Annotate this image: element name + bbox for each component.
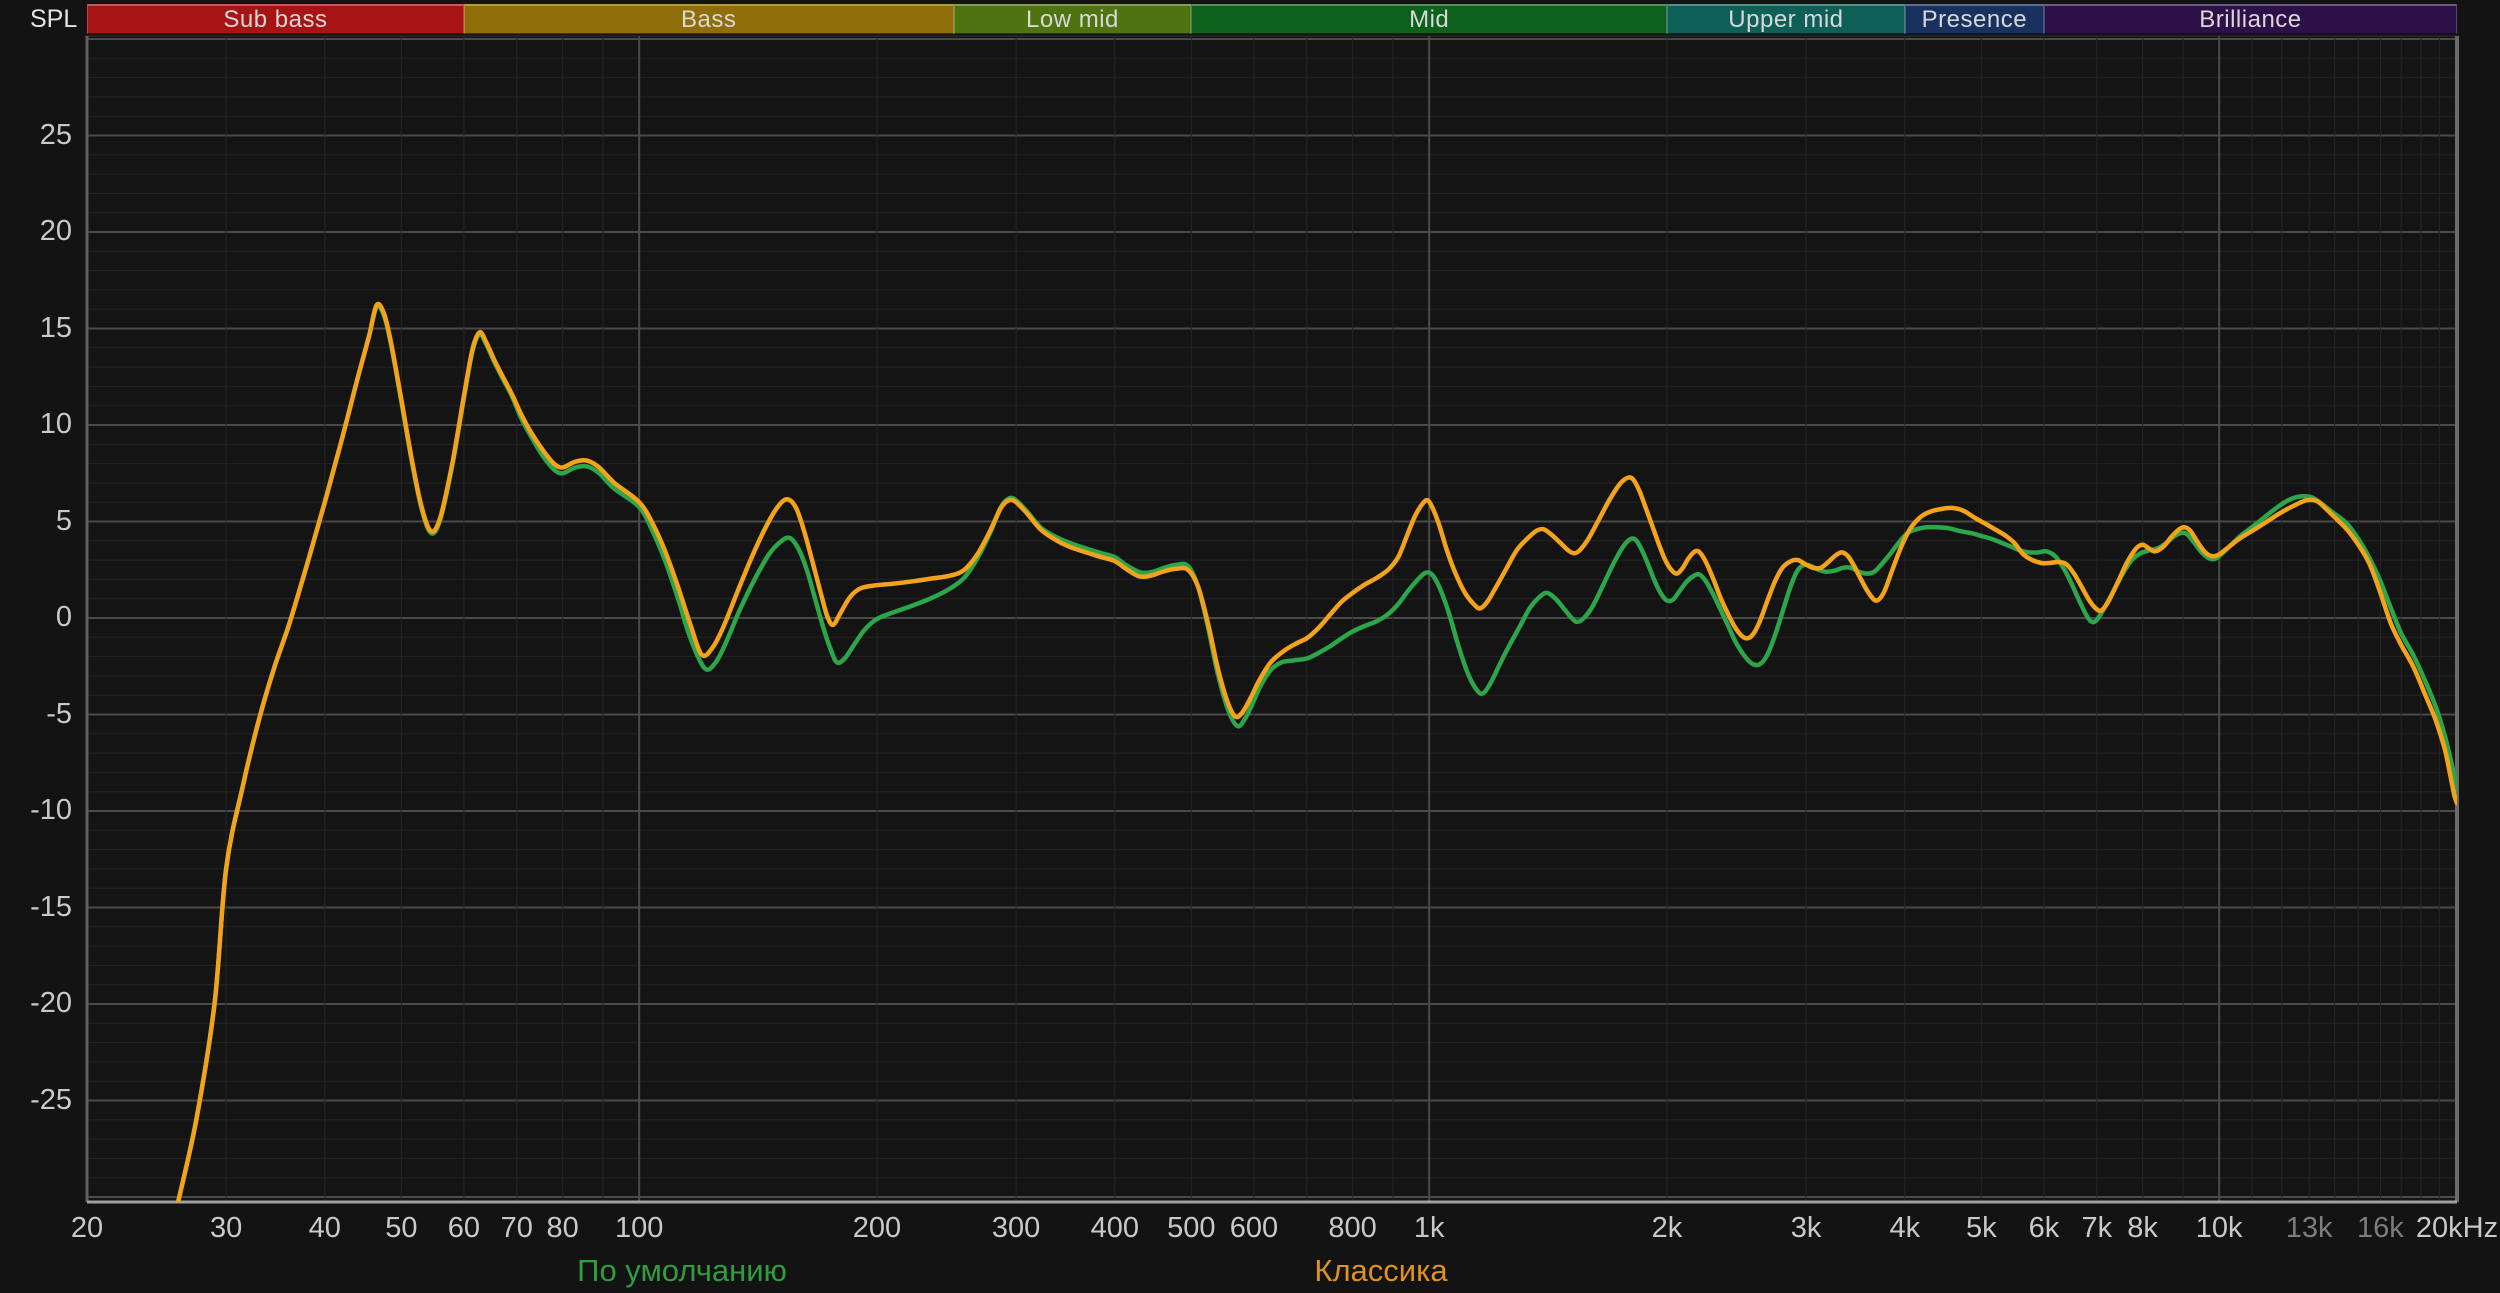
y-tick-label: -10 bbox=[30, 793, 72, 826]
x-tick-label-300: 300 bbox=[991, 1212, 1041, 1244]
equalizer-frequency-response-panel: SPL Sub bass Bass Low mid Mid Upper mid Prese… bbox=[0, 0, 2500, 1293]
x-tick-label-200: 200 bbox=[852, 1212, 902, 1244]
x-tick-label-600: 600 bbox=[1229, 1212, 1279, 1244]
x-tick-label-60: 60 bbox=[447, 1212, 481, 1244]
x-tick-label-50: 50 bbox=[385, 1212, 418, 1244]
x-tick-label-40: 40 bbox=[308, 1212, 341, 1244]
y-tick-label: 20 bbox=[39, 214, 72, 247]
x-tick-label-800: 800 bbox=[1328, 1212, 1377, 1244]
y-tick-label: -25 bbox=[30, 1083, 72, 1116]
y-tick-label: 5 bbox=[55, 504, 72, 537]
frequency-response-chart bbox=[85, 35, 2459, 1204]
x-tick-label-10k: 10k bbox=[2195, 1212, 2243, 1244]
x-tick-label-8k: 8k bbox=[2127, 1212, 2158, 1244]
x-tick-label-400: 400 bbox=[1090, 1212, 1140, 1244]
x-tick-label-70: 70 bbox=[500, 1212, 533, 1244]
x-tick-label-100: 100 bbox=[614, 1212, 664, 1244]
y-tick-label: 15 bbox=[39, 311, 72, 344]
y-tick-label: 25 bbox=[39, 118, 72, 151]
y-tick-label: -20 bbox=[30, 986, 72, 1019]
x-tick-label-4k: 4k bbox=[1889, 1212, 1921, 1244]
x-tick-label-30: 30 bbox=[209, 1212, 243, 1244]
x-tick-label-20: 20 bbox=[70, 1212, 104, 1244]
x-tick-label-80: 80 bbox=[546, 1212, 579, 1244]
y-tick-label: 0 bbox=[55, 600, 72, 633]
y-tick-label: 10 bbox=[39, 407, 72, 440]
x-tick-label-1k: 1k bbox=[1413, 1212, 1445, 1244]
legend-item-по-умолчанию[interactable]: По умолчанию bbox=[577, 1253, 787, 1289]
x-tick-label-3k: 3k bbox=[1790, 1212, 1822, 1244]
x-tick-label-16k: 16k bbox=[2357, 1212, 2404, 1244]
x-tick-label-5k: 5k bbox=[1966, 1212, 1997, 1244]
y-tick-label: -5 bbox=[46, 697, 72, 730]
x-tick-label-13k: 13k bbox=[2285, 1212, 2333, 1244]
y-tick-label: -15 bbox=[30, 890, 72, 923]
x-tick-label-20khz: 20kHz bbox=[2415, 1212, 2499, 1244]
x-tick-label-2k: 2k bbox=[1651, 1212, 1683, 1244]
legend-item-классика[interactable]: Классика bbox=[1314, 1253, 1447, 1289]
x-tick-label-500: 500 bbox=[1167, 1212, 1216, 1244]
x-tick-label-7k: 7k bbox=[2081, 1212, 2113, 1244]
x-tick-label-6k: 6k bbox=[2028, 1212, 2060, 1244]
